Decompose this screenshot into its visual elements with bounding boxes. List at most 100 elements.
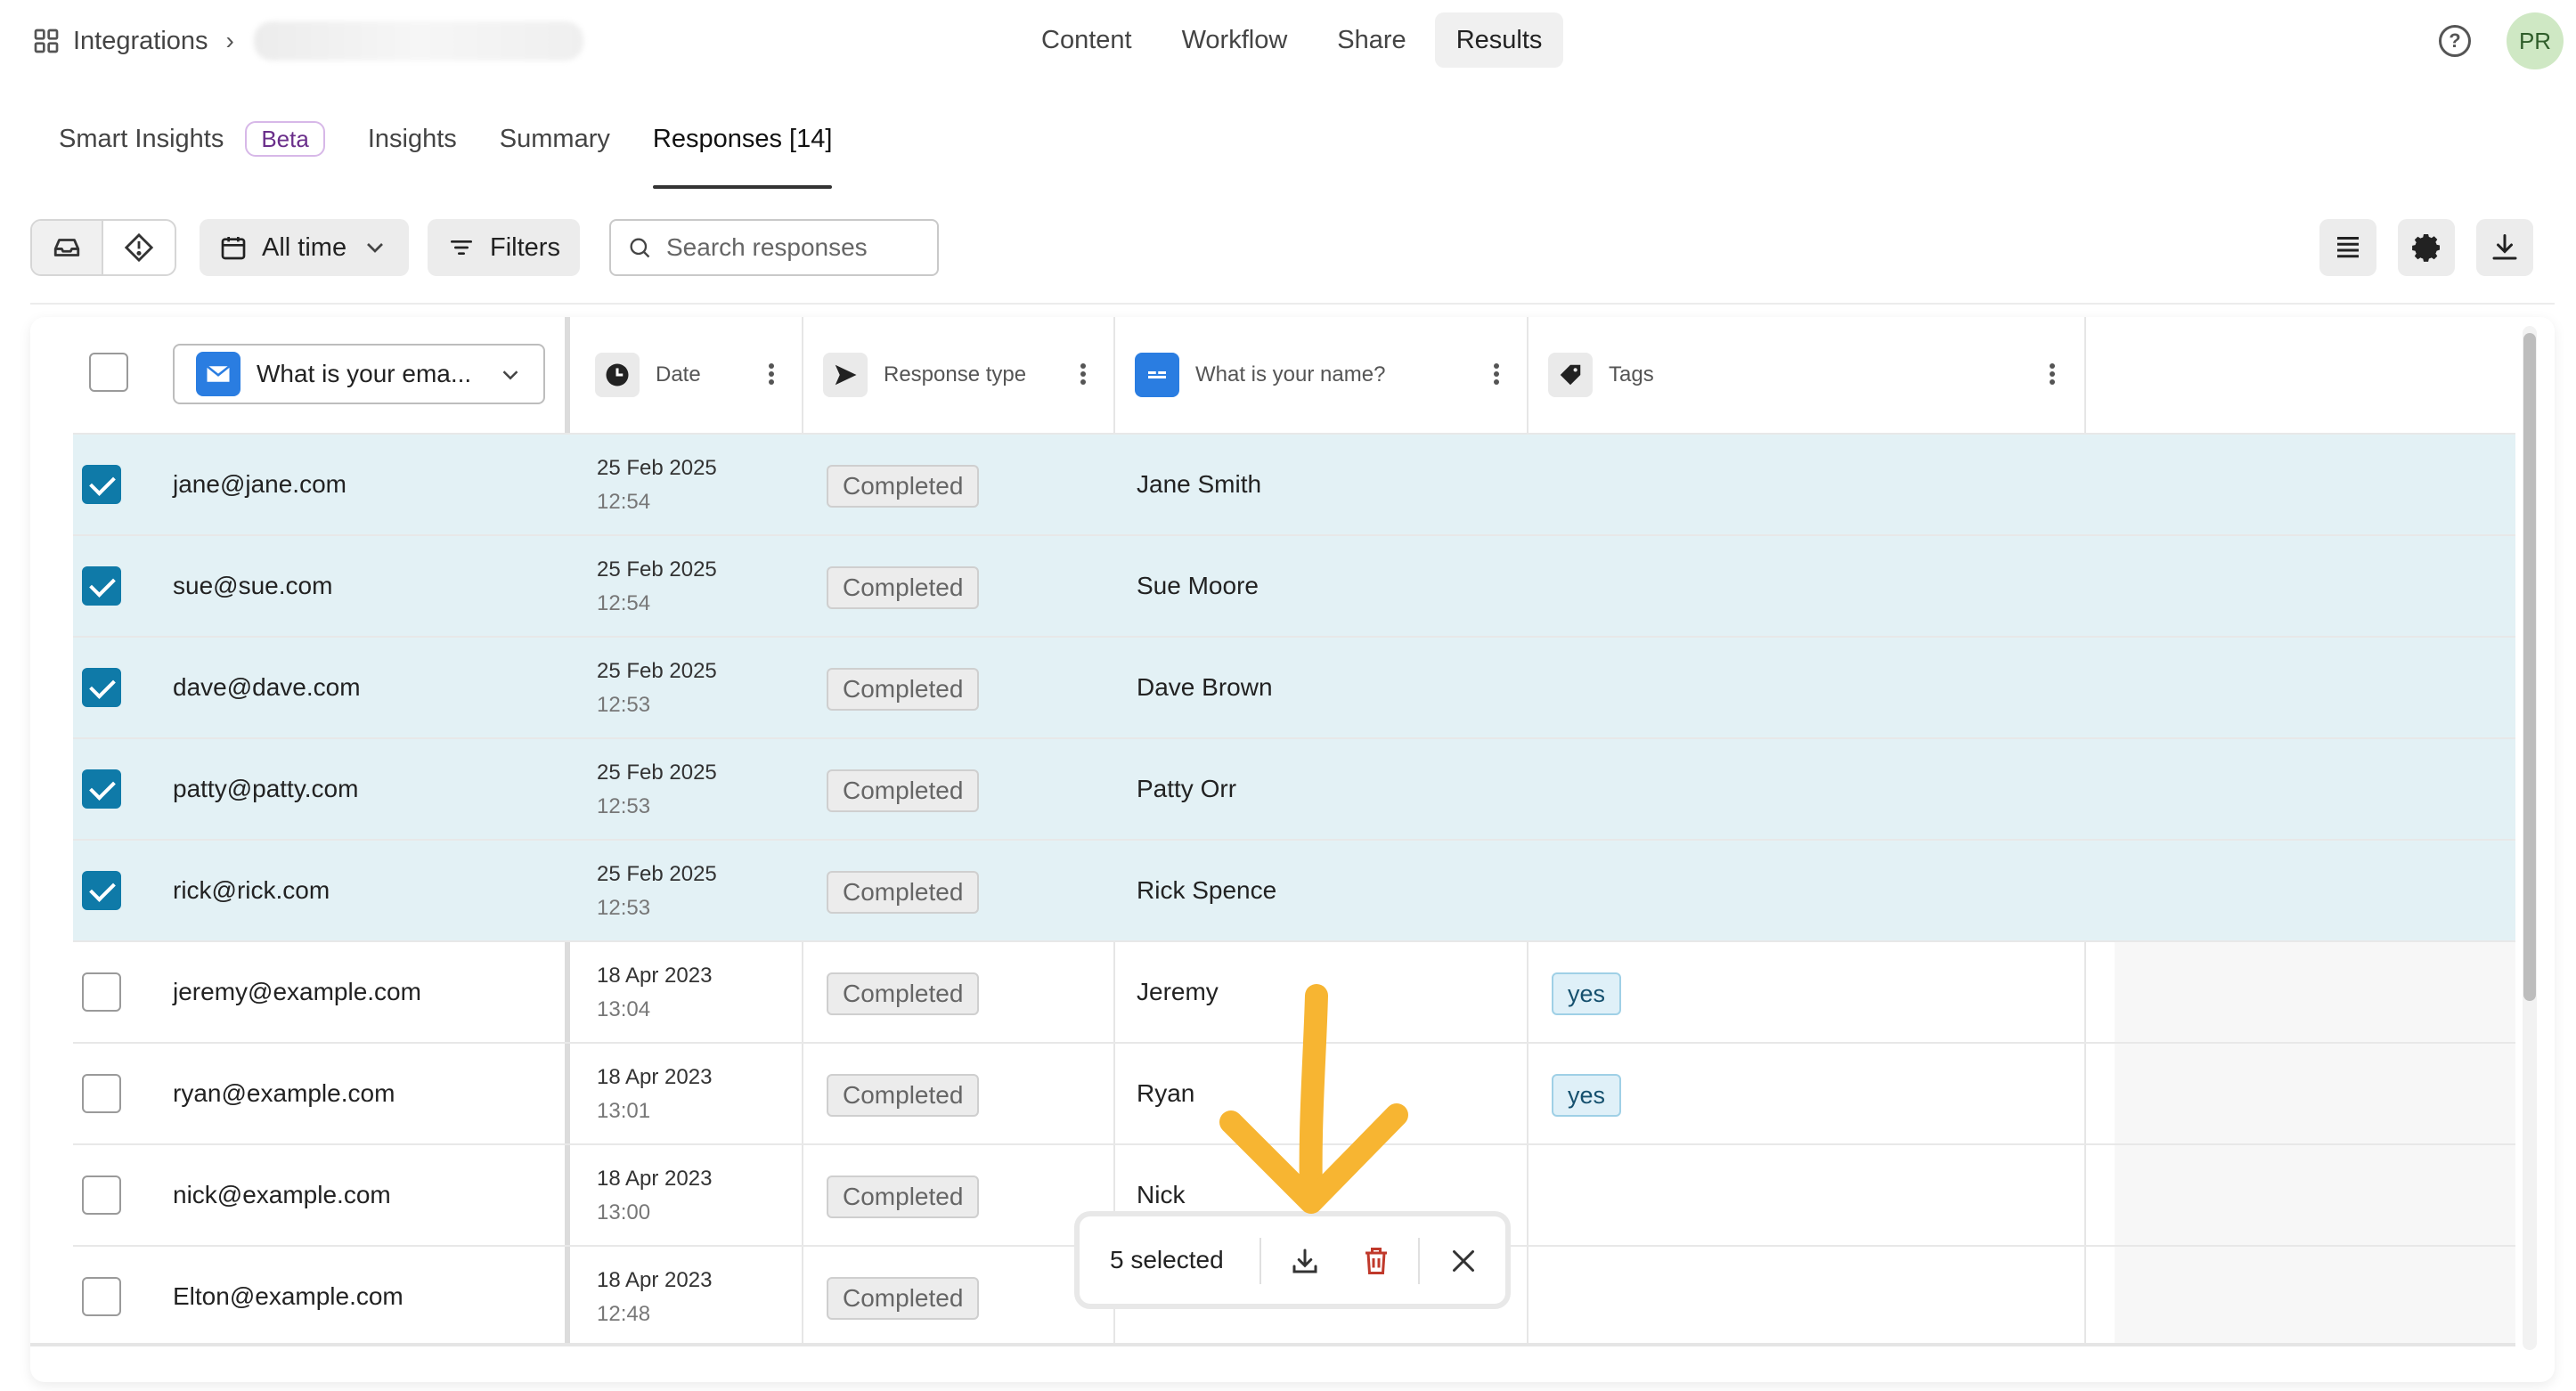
inbox-view-button[interactable] — [32, 221, 103, 274]
table-row[interactable]: ryan@example.com 18 Apr 2023 13:01 Complete… — [73, 1042, 2515, 1143]
row-name: Ryan — [1137, 1079, 1195, 1107]
status-badge: Completed — [827, 1074, 980, 1117]
row-time: 12:48 — [597, 1302, 651, 1326]
row-email: jane@jane.com — [173, 470, 346, 498]
row-date: 18 Apr 2023 — [597, 1065, 713, 1089]
row-checkbox[interactable] — [82, 1175, 121, 1215]
row-checkbox[interactable] — [82, 871, 121, 910]
status-badge: Completed — [827, 972, 980, 1015]
tag-badge[interactable]: yes — [1552, 972, 1622, 1015]
date-column-label: Date — [656, 362, 701, 386]
date-column-menu-icon[interactable] — [761, 356, 782, 392]
view-toggle — [30, 219, 176, 276]
row-filler — [2115, 1044, 2515, 1143]
delete-selected-button[interactable] — [1354, 1239, 1398, 1283]
vertical-scrollbar[interactable] — [2523, 326, 2537, 1350]
date-range-dropdown[interactable]: All time — [200, 219, 410, 276]
tags-column-label: Tags — [1609, 362, 1654, 386]
row-checkbox[interactable] — [82, 1074, 121, 1113]
date-column-header[interactable]: Date — [595, 317, 701, 433]
chevron-down-icon — [367, 243, 384, 253]
search-box — [609, 219, 939, 276]
response-type-column-menu-icon[interactable] — [1072, 356, 1094, 392]
alert-diamond-icon — [124, 232, 154, 263]
row-date: 25 Feb 2025 — [597, 761, 717, 785]
tab-insights[interactable]: Insights — [346, 116, 478, 189]
blurred-form-title[interactable] — [253, 21, 583, 61]
email-column-label: What is your ema... — [257, 360, 472, 387]
row-checkbox[interactable] — [82, 668, 121, 707]
response-type-column-header[interactable]: Response type — [823, 317, 1026, 433]
row-time: 13:00 — [597, 1200, 651, 1224]
horizontal-scrollbar[interactable] — [30, 1343, 2515, 1346]
row-checkbox[interactable] — [82, 972, 121, 1012]
tab-smart-insights[interactable]: Smart Insights Beta — [37, 116, 346, 189]
filter-icon — [451, 240, 472, 255]
tab-responses[interactable]: Responses [14] — [632, 116, 854, 189]
row-time: 12:53 — [597, 693, 651, 717]
table-row[interactable]: jeremy@example.com 18 Apr 2023 13:04 Comple… — [73, 940, 2515, 1042]
row-email: patty@patty.com — [173, 775, 359, 802]
row-email: nick@example.com — [173, 1181, 391, 1208]
tags-column-header[interactable]: Tags — [1548, 317, 1654, 433]
email-column-select[interactable]: What is your ema... — [173, 344, 545, 404]
row-date: 18 Apr 2023 — [597, 1268, 713, 1292]
nav-content[interactable]: Content — [1020, 12, 1153, 68]
row-date: 18 Apr 2023 — [597, 964, 713, 988]
tab-summary[interactable]: Summary — [478, 116, 632, 189]
name-column-menu-icon[interactable] — [1486, 356, 1507, 392]
row-date: 25 Feb 2025 — [597, 456, 717, 480]
download-all-button[interactable] — [2476, 219, 2533, 276]
filters-label: Filters — [490, 232, 560, 262]
row-time: 12:53 — [597, 794, 651, 818]
list-icon — [2337, 237, 2359, 258]
table-density-button[interactable] — [2319, 219, 2376, 276]
row-filler — [2115, 435, 2515, 534]
row-checkbox[interactable] — [82, 566, 121, 606]
nav-results[interactable]: Results — [1434, 12, 1564, 68]
help-icon[interactable]: ? — [2439, 25, 2471, 57]
row-name: Nick — [1137, 1181, 1186, 1208]
search-icon — [630, 238, 650, 258]
partial-view-button[interactable] — [103, 221, 175, 274]
name-column-header[interactable]: What is your name? — [1135, 317, 1385, 433]
breadcrumb-integrations-link[interactable]: Integrations — [73, 27, 208, 56]
row-name: Jane Smith — [1137, 470, 1262, 498]
row-date: 25 Feb 2025 — [597, 862, 717, 886]
row-time: 12:53 — [597, 896, 651, 920]
row-name: Dave Brown — [1137, 673, 1273, 701]
calendar-icon — [221, 237, 246, 260]
scrollbar-thumb[interactable] — [2523, 333, 2536, 1001]
name-column-label: What is your name? — [1195, 362, 1386, 386]
table-row[interactable]: dave@dave.com 25 Feb 2025 12:53 Completed Da… — [73, 636, 2515, 737]
row-date: 18 Apr 2023 — [597, 1167, 713, 1191]
search-input[interactable] — [666, 233, 933, 262]
status-badge: Completed — [827, 871, 980, 914]
tag-badge[interactable]: yes — [1552, 1074, 1622, 1117]
row-time: 12:54 — [597, 591, 651, 615]
table-row[interactable]: sue@sue.com 25 Feb 2025 12:54 Completed Sue … — [73, 534, 2515, 636]
row-filler — [2115, 638, 2515, 737]
table-settings-button[interactable] — [2398, 219, 2455, 276]
row-checkbox[interactable] — [82, 1277, 121, 1316]
select-all-checkbox[interactable] — [89, 353, 128, 392]
tags-column-menu-icon[interactable] — [2042, 356, 2063, 392]
filters-button[interactable]: Filters — [428, 219, 580, 276]
row-checkbox[interactable] — [82, 769, 121, 809]
row-checkbox[interactable] — [82, 465, 121, 504]
clear-selection-button[interactable] — [1441, 1239, 1486, 1283]
breadcrumb: Integrations › — [32, 20, 583, 62]
table-row[interactable]: patty@patty.com 25 Feb 2025 12:53 Completed… — [73, 737, 2515, 839]
status-badge: Completed — [827, 769, 980, 812]
table-row[interactable]: jane@jane.com 25 Feb 2025 12:54 Completed Ja… — [73, 433, 2515, 534]
nav-share[interactable]: Share — [1316, 12, 1427, 68]
row-email: sue@sue.com — [173, 572, 333, 599]
row-email: ryan@example.com — [173, 1079, 395, 1107]
row-time: 13:04 — [597, 997, 651, 1021]
avatar[interactable]: PR — [2507, 12, 2564, 69]
row-date: 25 Feb 2025 — [597, 557, 717, 582]
download-selected-button[interactable] — [1283, 1239, 1327, 1283]
row-name: Patty Orr — [1137, 775, 1237, 802]
table-row[interactable]: rick@rick.com 25 Feb 2025 12:53 Completed Ri… — [73, 839, 2515, 940]
nav-workflow[interactable]: Workflow — [1161, 12, 1309, 68]
